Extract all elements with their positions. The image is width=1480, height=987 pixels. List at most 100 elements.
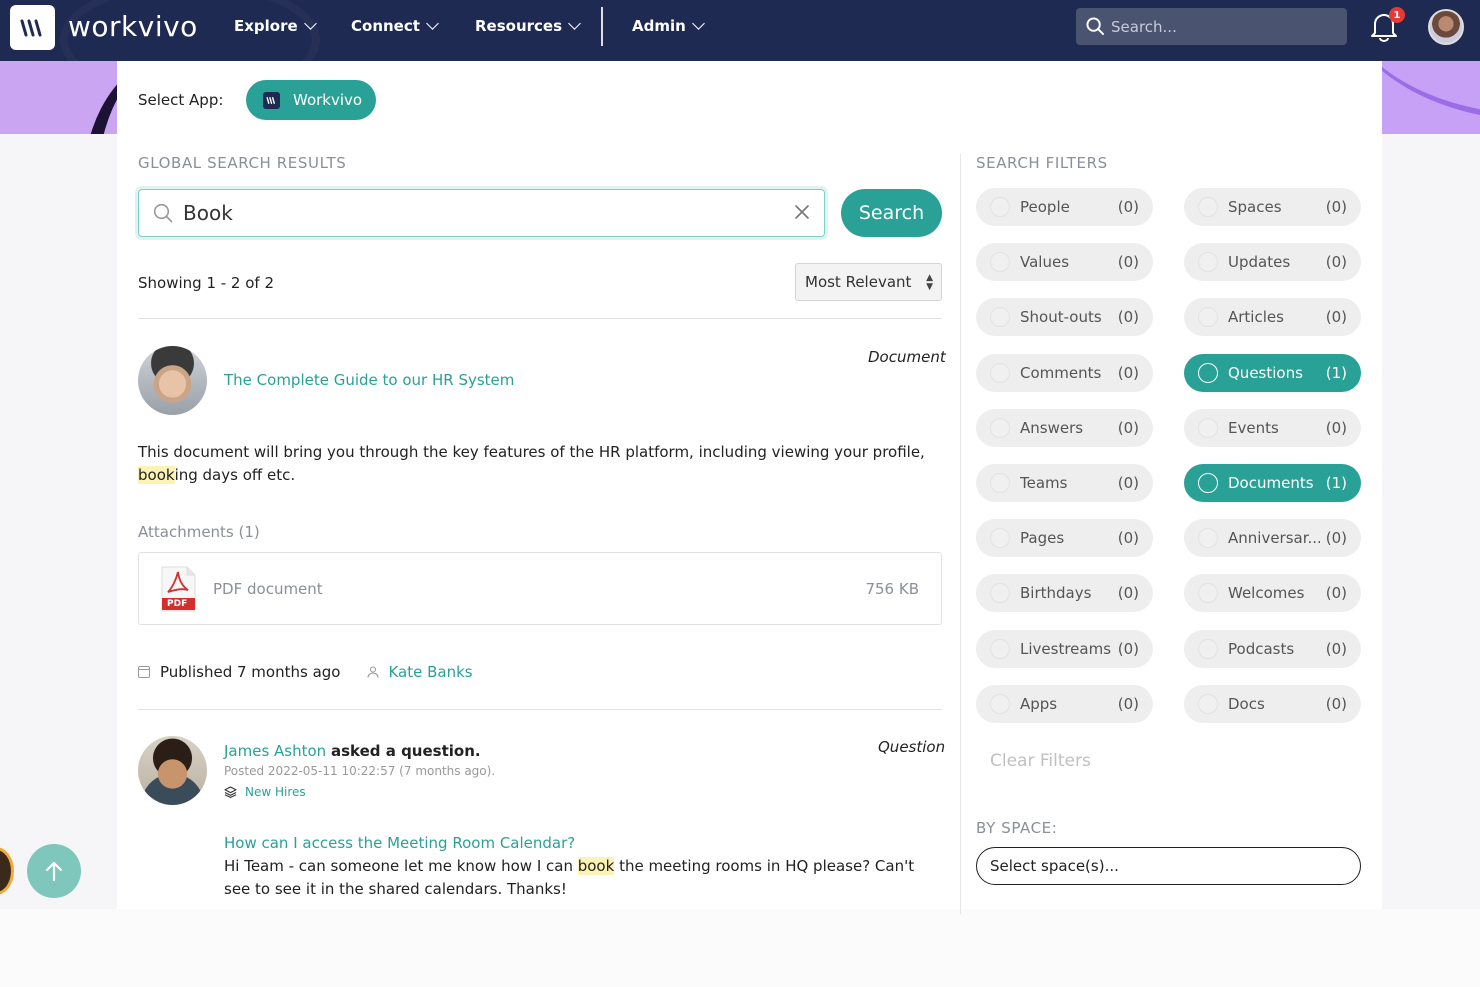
filter-anniversar[interactable]: Anniversar... (0) [1184, 519, 1361, 558]
result-type-label: Question [878, 738, 946, 756]
nav-explore[interactable]: Explore [234, 17, 317, 35]
notification-badge: 1 [1389, 7, 1405, 23]
user-avatar[interactable] [1428, 9, 1464, 45]
clear-search-icon[interactable] [794, 204, 810, 220]
results-search-input[interactable] [183, 201, 773, 225]
global-search-bar[interactable] [1076, 8, 1347, 45]
filter-count: (0) [1325, 253, 1347, 272]
filter-events[interactable]: Events (0) [1184, 408, 1361, 447]
result-title-link[interactable]: The Complete Guide to our HR System [224, 371, 514, 389]
filter-count: (0) [1117, 253, 1139, 272]
nav-connect-label: Connect [351, 17, 420, 35]
filter-documents[interactable]: Documents (1) [1184, 464, 1361, 502]
app-select-button[interactable]: Workvivo [246, 80, 376, 120]
divider [138, 709, 942, 710]
filter-podcasts[interactable]: Podcasts (0) [1184, 629, 1361, 668]
filter-livestreams[interactable]: Livestreams (0) [976, 629, 1153, 668]
question-author-link[interactable]: James Ashton [224, 742, 326, 760]
radio-circle-icon [990, 307, 1010, 328]
attachment-item[interactable]: PDF PDF document 756 KB [138, 552, 942, 625]
filter-count: (0) [1117, 694, 1139, 713]
workvivo-logo-icon[interactable] [10, 5, 55, 50]
filter-count: (1) [1325, 474, 1347, 492]
filter-count: (0) [1117, 308, 1139, 327]
filter-shout-outs[interactable]: Shout-outs (0) [976, 298, 1153, 337]
filter-name: Comments [1020, 363, 1102, 382]
filter-name: Values [1020, 253, 1070, 272]
radio-circle-icon [1198, 638, 1218, 659]
radio-circle-icon [990, 583, 1010, 604]
filter-name: Articles [1228, 308, 1284, 327]
author-link[interactable]: Kate Banks [388, 663, 472, 681]
radio-circle-icon [990, 693, 1010, 714]
filter-name: Pages [1020, 529, 1065, 548]
filter-teams[interactable]: Teams (0) [976, 464, 1153, 502]
radio-circle-icon [990, 473, 1010, 493]
result-author-avatar[interactable] [138, 346, 207, 415]
filter-docs[interactable]: Docs (0) [1184, 684, 1361, 723]
nav-admin[interactable]: Admin [632, 17, 705, 35]
search-highlight: book [138, 466, 175, 484]
sort-dropdown[interactable]: Most Relevant ▲ ▼ [795, 263, 942, 301]
space-select-dropdown[interactable]: Select space(s)... [976, 847, 1361, 885]
result-type-label: Document [868, 348, 946, 366]
layers-icon [224, 786, 237, 798]
filter-count: (0) [1325, 584, 1347, 603]
filter-count: (0) [1325, 308, 1347, 327]
scroll-to-top-button[interactable] [27, 844, 81, 898]
filter-count: (0) [1117, 363, 1139, 382]
filter-apps[interactable]: Apps (0) [976, 684, 1153, 723]
brand-name[interactable]: workvivo [68, 10, 198, 43]
filter-name: Questions [1228, 363, 1303, 382]
filter-count: (0) [1325, 198, 1347, 216]
published-date: Published 7 months ago [160, 663, 341, 681]
results-search-field[interactable] [138, 189, 825, 237]
column-divider [960, 154, 961, 914]
arrow-up-icon [45, 861, 63, 882]
filter-spaces[interactable]: Spaces (0) [1184, 188, 1361, 226]
clear-filters-button[interactable]: Clear Filters [990, 751, 1091, 771]
filter-articles[interactable]: Articles (0) [1184, 298, 1361, 337]
chevron-down-icon [426, 17, 439, 30]
filter-answers[interactable]: Answers (0) [976, 408, 1153, 447]
nav-resources[interactable]: Resources [475, 17, 581, 35]
calendar-icon [138, 666, 150, 678]
chevron-down-icon [568, 17, 581, 30]
filter-name: Welcomes [1228, 584, 1305, 603]
filter-questions[interactable]: Questions (1) [1184, 353, 1361, 392]
app-select-label: Workvivo [293, 91, 363, 109]
filter-comments[interactable]: Comments (0) [976, 353, 1153, 392]
result-author-avatar[interactable] [138, 736, 207, 805]
search-results-card: Select App: Workvivo GLOBAL SEARCH RESUL… [117, 61, 1382, 914]
chat-avatar[interactable] [0, 847, 14, 895]
radio-circle-icon [990, 362, 1010, 383]
filter-updates[interactable]: Updates (0) [1184, 243, 1361, 282]
nav-admin-label: Admin [632, 17, 686, 35]
question-space[interactable]: New Hires [224, 785, 306, 799]
nav-resources-label: Resources [475, 17, 563, 35]
question-title-link[interactable]: How can I access the Meeting Room Calend… [224, 834, 575, 852]
filter-name: Livestreams [1020, 639, 1112, 658]
global-search-input[interactable] [1111, 17, 1341, 36]
radio-circle-icon [990, 638, 1010, 659]
filter-count: (0) [1325, 639, 1347, 658]
filter-name: Spaces [1228, 198, 1282, 216]
nav-divider [601, 7, 603, 46]
filter-count: (0) [1117, 529, 1139, 548]
filter-birthdays[interactable]: Birthdays (0) [976, 574, 1153, 613]
space-link[interactable]: New Hires [245, 785, 306, 799]
search-button[interactable]: Search [841, 189, 942, 237]
filter-welcomes[interactable]: Welcomes (0) [1184, 574, 1361, 613]
nav-connect[interactable]: Connect [351, 17, 439, 35]
search-icon [1086, 17, 1105, 36]
filter-pages[interactable]: Pages (0) [976, 519, 1153, 558]
filter-values[interactable]: Values (0) [976, 243, 1153, 282]
filter-people[interactable]: People (0) [976, 188, 1153, 226]
attachments-label: Attachments (1) [138, 523, 260, 541]
question-action-text: asked a question. [330, 742, 481, 760]
radio-circle-icon [1198, 417, 1218, 438]
radio-circle-icon [990, 252, 1010, 273]
radio-circle-icon [1198, 528, 1218, 549]
person-icon [367, 666, 380, 678]
chevron-down-icon [303, 17, 317, 30]
